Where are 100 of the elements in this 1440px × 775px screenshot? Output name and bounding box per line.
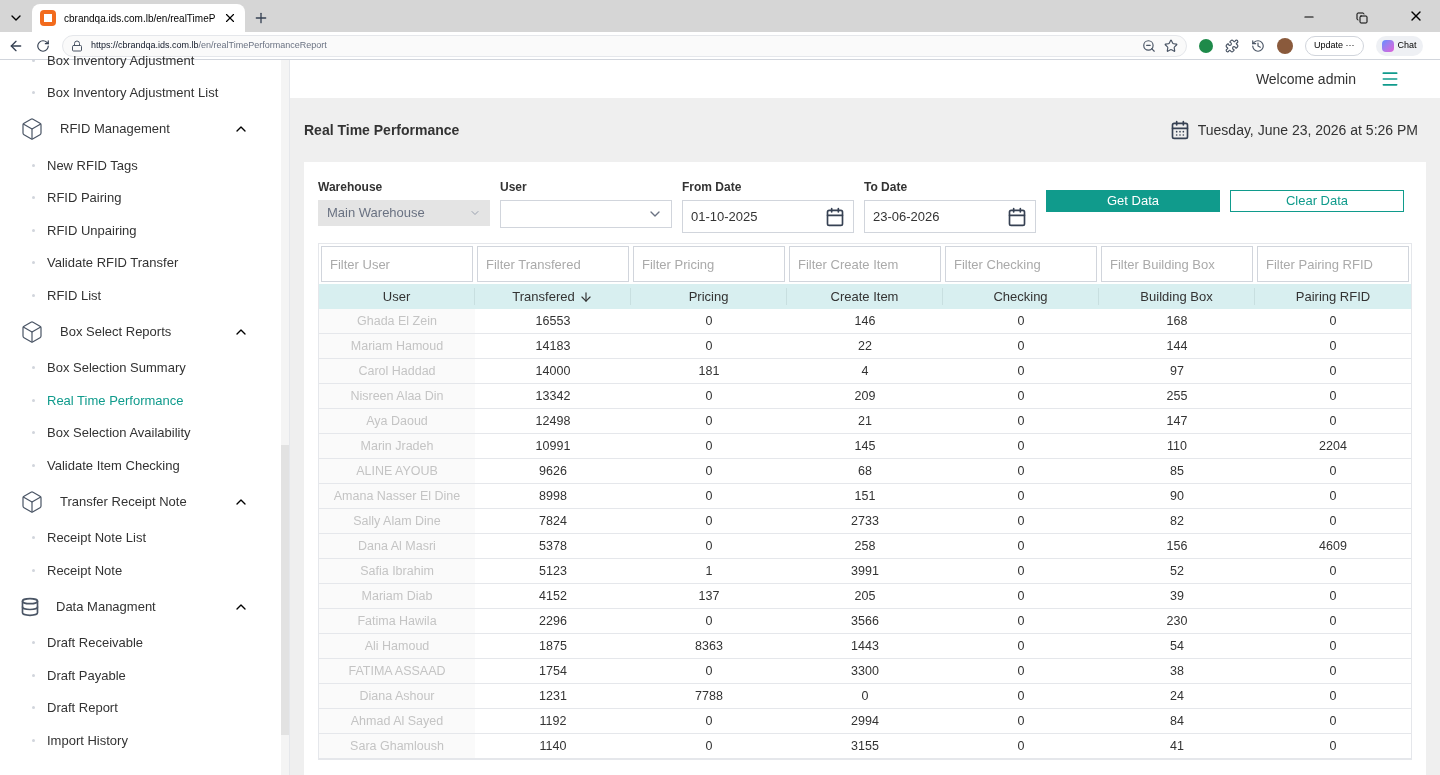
filter-input[interactable]: Filter Transfered bbox=[477, 246, 629, 282]
table-cell-text: 151 bbox=[853, 487, 877, 505]
sidebar-link[interactable]: Import History bbox=[47, 730, 128, 750]
column-header[interactable]: Building Box bbox=[1099, 288, 1255, 305]
column-header[interactable]: Pairing RFID bbox=[1255, 288, 1411, 305]
table-cell-text: 7824 bbox=[538, 512, 568, 530]
table-cell-text: 0 bbox=[704, 737, 714, 755]
date-field[interactable]: 01-10-2025 bbox=[682, 200, 854, 233]
table-cell-text: 1 bbox=[704, 562, 714, 580]
filter-input[interactable]: Filter Checking bbox=[945, 246, 1097, 282]
table-cell-text: 0 bbox=[1328, 462, 1338, 480]
sidebar-link[interactable]: Real Time Performance bbox=[47, 390, 184, 410]
sidebar-link[interactable]: RFID Unpairing bbox=[47, 220, 137, 240]
tab-title: cbrandqa.ids.com.lb/en/realTimeP bbox=[64, 11, 216, 26]
table-cell-text: 3566 bbox=[850, 612, 880, 630]
table-cell-text: 52 bbox=[1169, 562, 1185, 580]
extension-icon[interactable] bbox=[1199, 38, 1213, 53]
table-cell-text: 0 bbox=[704, 412, 714, 430]
table-cell-text: 0 bbox=[1328, 637, 1338, 655]
table-cell-text: 205 bbox=[853, 587, 877, 605]
restore-icon[interactable] bbox=[1356, 12, 1368, 24]
table-cell-text: 0 bbox=[1016, 537, 1026, 555]
menu-icon[interactable] bbox=[1380, 69, 1400, 89]
table-cell-text: 3155 bbox=[850, 737, 880, 755]
sidebar-link[interactable]: Validate RFID Transfer bbox=[47, 253, 179, 273]
sidebar-link[interactable]: Draft Report bbox=[47, 698, 118, 718]
table-cell-text: 0 bbox=[1328, 687, 1338, 705]
table-cell-text: 0 bbox=[1016, 387, 1026, 405]
box-icon bbox=[20, 117, 44, 141]
sidebar-group[interactable]: Box Select Reports bbox=[0, 311, 281, 352]
table-cell-text: 0 bbox=[1328, 512, 1338, 530]
table-cell-text: 3300 bbox=[850, 662, 880, 680]
address-bar[interactable]: https://cbrandqa.ids.com.lb/en/realTimePerformanceReport bbox=[62, 34, 1187, 57]
filter-input[interactable]: Filter Pairing RFID bbox=[1257, 246, 1409, 282]
column-header[interactable]: Create Item bbox=[787, 288, 943, 305]
sidebar-link[interactable]: Draft Payable bbox=[47, 665, 126, 685]
database-icon bbox=[20, 596, 40, 617]
filter-input[interactable]: Filter User bbox=[321, 246, 473, 282]
date-field[interactable]: 23-06-2026 bbox=[864, 200, 1036, 233]
column-header[interactable]: User bbox=[319, 288, 475, 305]
calendar-icon[interactable] bbox=[825, 206, 845, 227]
sidebar-link[interactable]: Validate Item Checking bbox=[47, 455, 180, 475]
sort-down-icon bbox=[578, 289, 593, 304]
zoom-icon[interactable] bbox=[1142, 38, 1156, 53]
sidebar-group[interactable]: Transfer Receipt Note bbox=[0, 481, 281, 522]
table-cell-text: 0 bbox=[704, 437, 714, 455]
table-cell-text: 0 bbox=[1328, 712, 1338, 730]
table-cell-text: 0 bbox=[1016, 637, 1026, 655]
table-cell-text: 0 bbox=[1016, 612, 1026, 630]
table-cell-text: 0 bbox=[1328, 487, 1338, 505]
star-icon[interactable] bbox=[1164, 38, 1178, 53]
table-cell-text: 84 bbox=[1169, 712, 1185, 730]
table-cell-text: 5378 bbox=[538, 537, 568, 555]
column-header[interactable]: Checking bbox=[943, 288, 1099, 305]
filter-input[interactable]: Filter Pricing bbox=[633, 246, 785, 282]
filter-input[interactable]: Filter Building Box bbox=[1101, 246, 1253, 282]
table-cell-text: 1231 bbox=[538, 687, 568, 705]
table-cell-text: 0 bbox=[1328, 737, 1338, 755]
column-header[interactable]: Pricing bbox=[631, 288, 787, 305]
scrollbar-thumb[interactable] bbox=[281, 445, 289, 735]
table-cell-text: 82 bbox=[1169, 512, 1185, 530]
table-cell-text: 8998 bbox=[538, 487, 568, 505]
table-cell-text: 4152 bbox=[538, 587, 568, 605]
table-cell-text: 39 bbox=[1169, 587, 1185, 605]
table-cell-text: 41 bbox=[1169, 737, 1185, 755]
column-header[interactable]: Transfered bbox=[475, 288, 631, 305]
browser-tab[interactable]: cbrandqa.ids.com.lb/en/realTimeP bbox=[32, 4, 246, 32]
table-cell-text: 0 bbox=[704, 337, 714, 355]
table-cell-text: 0 bbox=[1016, 337, 1026, 355]
clear-data-button[interactable]: Clear Data bbox=[1230, 190, 1404, 212]
table-cell-text: 7788 bbox=[694, 687, 724, 705]
sidebar-link[interactable]: Box Selection Summary bbox=[47, 358, 186, 378]
table-cell-text: 0 bbox=[704, 537, 714, 555]
table-cell-text: 2733 bbox=[850, 512, 880, 530]
sidebar-group[interactable]: RFID Management bbox=[0, 109, 281, 149]
table-cell-text: 230 bbox=[1165, 612, 1189, 630]
table-cell-text: 0 bbox=[1016, 362, 1026, 380]
profile-avatar[interactable] bbox=[1277, 37, 1293, 54]
sidebar-link[interactable]: New RFID Tags bbox=[47, 155, 138, 175]
sidebar-link[interactable]: RFID Pairing bbox=[47, 188, 122, 208]
filter-input[interactable]: Filter Create Item bbox=[789, 246, 941, 282]
reload-icon[interactable] bbox=[36, 38, 50, 53]
table-cell-text: 54 bbox=[1169, 637, 1185, 655]
sidebar-link[interactable]: Box Selection Availability bbox=[47, 423, 191, 443]
chat-button[interactable]: Chat bbox=[1375, 35, 1423, 56]
sidebar-group[interactable]: Data Managment bbox=[0, 586, 281, 627]
table-cell-text: 2994 bbox=[850, 712, 880, 730]
history-icon[interactable] bbox=[1251, 38, 1265, 53]
sidebar-link[interactable]: Receipt Note bbox=[47, 560, 123, 580]
table-cell-text: 97 bbox=[1169, 362, 1185, 380]
puzzle-icon[interactable] bbox=[1225, 38, 1239, 53]
welcome-text: Welcome admin bbox=[1255, 69, 1356, 89]
sidebar-link[interactable]: RFID List bbox=[47, 285, 102, 305]
sidebar-link[interactable]: Box Inventory Adjustment List bbox=[47, 83, 219, 103]
table-cell-text: 0 bbox=[1016, 662, 1026, 680]
sidebar-link[interactable]: Receipt Note List bbox=[47, 528, 146, 548]
sidebar-link[interactable]: Draft Receivable bbox=[47, 633, 144, 653]
table-cell-text: 0 bbox=[1016, 487, 1026, 505]
calendar-icon[interactable] bbox=[1007, 206, 1027, 227]
table-cell-text: 0 bbox=[1016, 412, 1026, 430]
